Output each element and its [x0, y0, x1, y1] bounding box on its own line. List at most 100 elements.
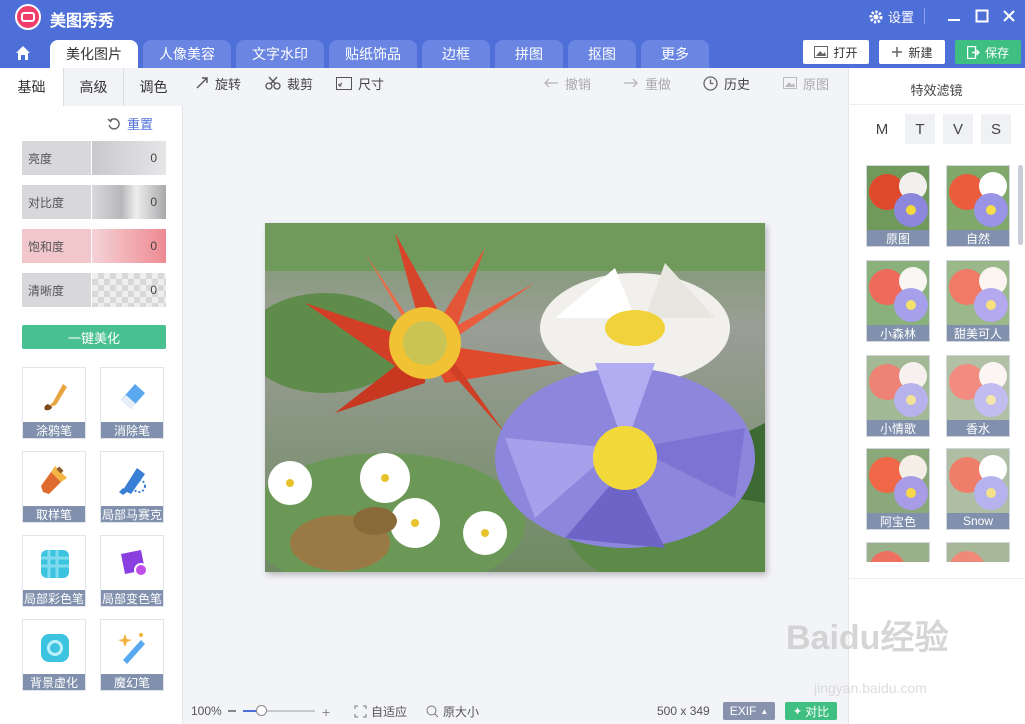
caret-up-icon: ▲	[760, 706, 769, 716]
saturation-slider[interactable]: 饱和度 0	[22, 229, 166, 263]
filter-divider	[848, 104, 1025, 105]
settings-button[interactable]: 设置	[868, 7, 914, 26]
rotate-label: 旋转	[215, 76, 242, 92]
maximize-button[interactable]	[972, 6, 992, 26]
baidu-watermark: Baidu经验	[786, 619, 949, 657]
filter-scrollbar[interactable]	[1018, 165, 1023, 245]
close-icon	[1003, 10, 1015, 22]
tab-more[interactable]: 更多	[641, 40, 709, 68]
open-button[interactable]: 打开	[803, 40, 869, 64]
filter-thumbnail	[947, 356, 1009, 420]
filter-thumbnail	[867, 261, 929, 325]
tab-text[interactable]: 文字水印	[236, 40, 324, 68]
saturation-value: 0	[92, 229, 166, 263]
zoom-in-button[interactable]: +	[322, 704, 330, 720]
fit-icon	[354, 705, 367, 717]
tab-beautify[interactable]: 美化图片	[50, 40, 138, 68]
compare-button[interactable]: ✦ 对比	[785, 702, 837, 720]
tab-portrait[interactable]: 人像美容	[143, 40, 231, 68]
tool-eraser-pen[interactable]: 消除笔	[100, 367, 164, 439]
brush-icon	[44, 384, 67, 411]
reset-button[interactable]: 重置	[107, 114, 153, 133]
tool-label: 涂鸦笔	[23, 422, 85, 438]
tool-background-blur[interactable]: 背景虚化	[22, 619, 86, 691]
photo-canvas[interactable]	[265, 223, 765, 572]
brightness-label: 亮度	[22, 141, 92, 175]
contrast-value: 0	[92, 185, 166, 219]
tool-label: 背景虚化	[23, 674, 85, 690]
sharpness-slider[interactable]: 清晰度 0	[22, 273, 166, 307]
redo-button[interactable]: 重做	[623, 74, 671, 92]
brightness-slider[interactable]: 亮度 0	[22, 141, 166, 175]
rotate-button[interactable]: 旋转	[195, 74, 241, 92]
filter-tab-m[interactable]: M	[867, 114, 897, 144]
actual-size-button[interactable]: 原大小	[426, 703, 479, 719]
filter-tab-v[interactable]: V	[943, 114, 973, 144]
subtab-basic[interactable]: 基础	[0, 68, 63, 106]
history-label: 历史	[724, 76, 751, 92]
history-button[interactable]: 历史	[703, 74, 750, 92]
tool-doodle-pen[interactable]: 涂鸦笔	[22, 367, 86, 439]
tool-label: 消除笔	[101, 422, 163, 438]
exif-button[interactable]: EXIF ▲	[723, 702, 775, 720]
filter-label: 阿宝色	[867, 513, 929, 529]
filter-snow[interactable]: Snow	[946, 448, 1010, 530]
contrast-slider[interactable]: 对比度 0	[22, 185, 166, 219]
filter-label: 小森林	[867, 325, 929, 341]
subtab-advanced[interactable]: 高级	[63, 68, 123, 106]
tab-frame[interactable]: 边框	[422, 40, 490, 68]
zoom-slider-handle[interactable]	[256, 705, 267, 716]
filter-tab-t[interactable]: T	[905, 114, 935, 144]
zoom-out-button[interactable]	[228, 710, 236, 712]
tab-collage[interactable]: 拼图	[495, 40, 563, 68]
filter-small-forest[interactable]: 小森林	[866, 260, 930, 342]
new-label: 新建	[908, 45, 933, 60]
tool-local-mosaic[interactable]: 局部马赛克	[100, 451, 164, 523]
tool-local-recolor-pen[interactable]: 局部变色笔	[100, 535, 164, 607]
original-button[interactable]: 原图	[783, 74, 829, 92]
one-click-beautify-button[interactable]: 一键美化	[22, 325, 166, 349]
minimize-button[interactable]	[944, 6, 964, 26]
filter-love-song[interactable]: 小情歌	[866, 355, 930, 437]
baidu-watermark-url: jingyan.baidu.com	[814, 680, 927, 696]
filter-thumbnail	[947, 449, 1009, 513]
tool-magic-pen[interactable]: 魔幻笔	[100, 619, 164, 691]
filter-natural[interactable]: 自然	[946, 165, 1010, 247]
close-button[interactable]	[999, 6, 1019, 26]
subtab-color[interactable]: 调色	[123, 68, 183, 106]
tab-stickers[interactable]: 贴纸饰品	[329, 40, 417, 68]
tool-label: 取样笔	[23, 506, 85, 522]
filter-abao-color[interactable]: 阿宝色	[866, 448, 930, 530]
filter-list: 原图 自然 小森林 甜美可人 小情歌 香水 阿宝色 Snow	[848, 160, 1016, 562]
filter-more-1[interactable]	[866, 542, 930, 562]
crop-button[interactable]: 裁剪	[265, 74, 313, 92]
tool-label: 局部彩色笔	[23, 590, 85, 606]
filter-tab-s[interactable]: S	[981, 114, 1011, 144]
filter-thumbnail	[947, 166, 1009, 230]
tool-sample-pen[interactable]: 取样笔	[22, 451, 86, 523]
save-button[interactable]: 保存	[955, 40, 1021, 64]
tab-cutout[interactable]: 抠图	[568, 40, 636, 68]
home-button[interactable]	[8, 40, 38, 66]
mosaic-pen-icon	[119, 468, 146, 495]
arrow-right-icon	[624, 78, 639, 88]
resize-icon	[336, 76, 352, 90]
tool-local-color-pen[interactable]: 局部彩色笔	[22, 535, 86, 607]
paint-brush-icon	[41, 466, 67, 494]
filter-thumbnail	[867, 543, 929, 562]
filter-sweet[interactable]: 甜美可人	[946, 260, 1010, 342]
sharpness-label: 清晰度	[22, 273, 92, 307]
filter-original[interactable]: 原图	[866, 165, 930, 247]
filter-more-2[interactable]	[946, 542, 1010, 562]
undo-button[interactable]: 撤销	[543, 74, 591, 92]
filter-bottom-divider	[848, 578, 1025, 579]
image-icon	[783, 77, 797, 89]
filter-label: 甜美可人	[947, 325, 1009, 341]
filter-thumbnail	[867, 356, 929, 420]
fit-button[interactable]: 自适应	[354, 703, 407, 719]
title-divider	[924, 8, 925, 24]
plus-icon	[892, 47, 903, 57]
filter-perfume[interactable]: 香水	[946, 355, 1010, 437]
size-button[interactable]: 尺寸	[336, 74, 384, 92]
new-button[interactable]: 新建	[879, 40, 945, 64]
